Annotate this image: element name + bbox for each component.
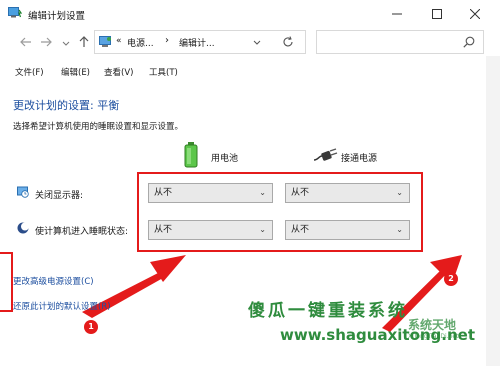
recent-dropdown[interactable] [58,36,74,50]
control-panel-icon [99,36,111,47]
breadcrumb-prefix: « [116,36,122,46]
advanced-power-settings-link[interactable]: 更改高级电源设置(C) [13,275,94,287]
watermark-logo-sub: XiTongTianDi.net [408,333,459,340]
watermark-logo: 系统天地 XiTongTianDi.net [408,316,458,340]
menu-edit[interactable]: 编辑(E) [61,66,90,78]
power-plug-icon [313,148,338,161]
highlight-box-left [0,252,13,312]
address-bar[interactable]: « 电源... › 编辑计... [94,30,306,54]
watermark-logo-text: 系统天地 [408,318,457,332]
page-title: 更改计划的设置: 平衡 [13,99,120,112]
forward-button[interactable] [38,36,54,50]
battery-icon [184,142,198,168]
maximize-icon [432,9,442,19]
display-clock-icon [17,186,29,198]
highlight-box [137,172,423,252]
search-input[interactable] [316,30,484,54]
breadcrumb-power-options[interactable]: 电源... [127,36,154,49]
minimize-button[interactable] [380,4,414,24]
close-button[interactable] [458,4,492,24]
chevron-down-icon [62,41,70,46]
arrow-up-icon [79,36,89,47]
battery-column-header: 用电池 [211,154,239,164]
minimize-icon [392,13,402,15]
search-icon [463,36,475,48]
up-button[interactable] [76,36,92,50]
power-options-icon [8,7,23,19]
step-badge-2: 2 [444,272,458,286]
step-badge-1: 1 [84,320,98,334]
maximize-button[interactable] [420,4,454,24]
menu-view[interactable]: 查看(V) [104,66,133,78]
watermark-title: 傻瓜一键重装系统 [248,301,408,321]
sleep-moon-icon [17,222,29,234]
scrollbar[interactable] [486,56,500,366]
breadcrumb-edit-plan[interactable]: 编辑计... [179,36,215,49]
back-button[interactable] [18,36,34,50]
chevron-down-icon[interactable] [253,40,261,46]
page-description: 选择希望计算机使用的睡眠设置和显示设置。 [13,122,184,132]
close-icon [470,9,480,19]
menu-file[interactable]: 文件(F) [15,66,44,78]
refresh-icon[interactable] [282,36,294,48]
arrow-left-icon [20,37,31,47]
turn-off-display-label: 关闭显示器: [35,191,84,201]
plugged-column-header: 接通电源 [341,154,378,164]
restore-defaults-link[interactable]: 还原此计划的默认设置(R) [13,300,111,312]
sleep-label: 使计算机进入睡眠状态: [35,227,129,237]
arrow-right-icon [41,37,52,47]
window-title: 编辑计划设置 [28,11,86,22]
breadcrumb-separator: › [165,35,169,46]
menu-tools[interactable]: 工具(T) [149,66,178,78]
